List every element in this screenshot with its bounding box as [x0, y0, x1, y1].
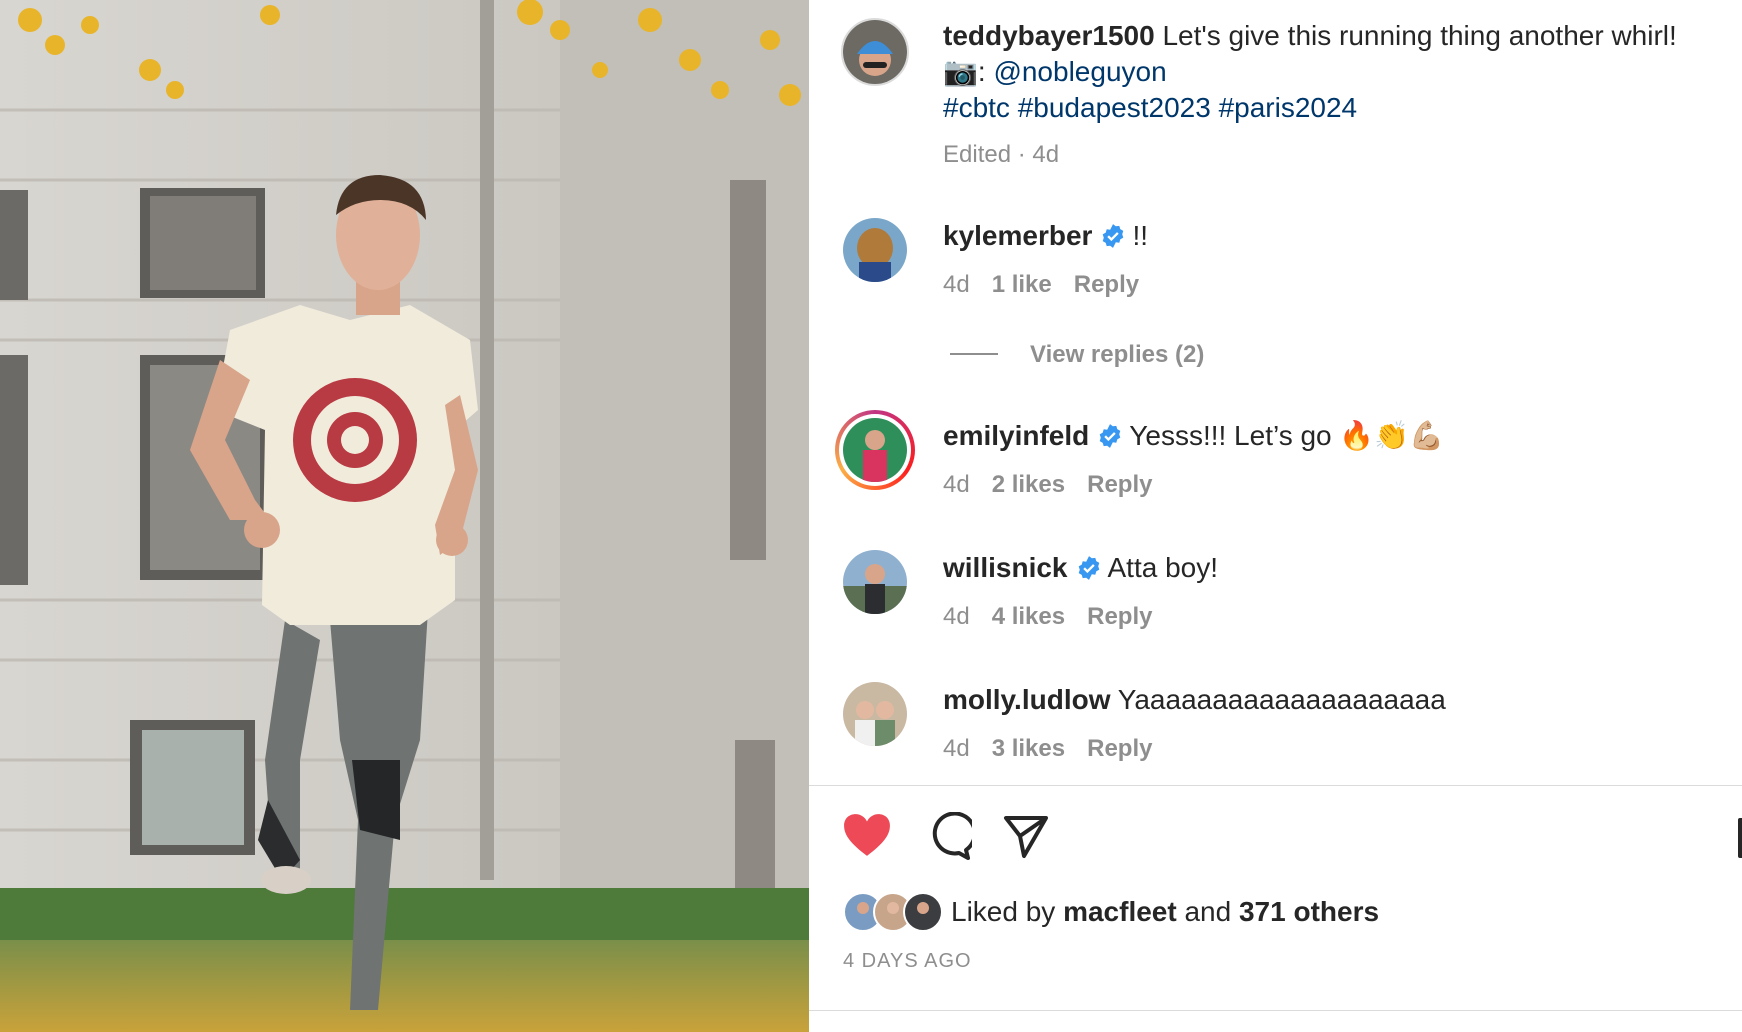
instagram-post: teddybayer1500 Let's give this running t… [0, 0, 1742, 1032]
comments-panel: teddybayer1500 Let's give this running t… [809, 0, 1742, 1032]
avatar-image [843, 218, 907, 282]
author-avatar[interactable] [841, 18, 909, 86]
avatar-image [843, 682, 907, 746]
photo-credit-line: 📷: @nobleguyon [943, 54, 1167, 90]
liker-avatars[interactable] [843, 892, 947, 932]
like-button[interactable] [842, 812, 892, 863]
comment-likes[interactable]: 1 like [992, 271, 1052, 298]
commenter-avatar[interactable] [843, 218, 907, 282]
edited-time: Edited · 4d [943, 141, 1060, 168]
verified-badge-icon [1099, 424, 1121, 448]
comment-meta: 4d 3 likes Reply [943, 734, 1174, 764]
comment-meta: 4d 1 like Reply [943, 270, 1161, 300]
runner-photo [0, 0, 809, 1032]
comment-username[interactable]: molly.ludlow [943, 684, 1110, 715]
heart-filled-icon [844, 814, 890, 856]
caption-text: Let's give this running thing another wh… [1162, 20, 1677, 51]
comment-line: emilyinfeld Yesss!!! Let’s go 🔥👏💪🏼 [943, 418, 1444, 454]
liked-by-others[interactable]: 371 others [1239, 896, 1379, 927]
post-photo[interactable] [0, 0, 809, 1032]
hashtags-line: #cbtc #budapest2023 #paris2024 [943, 90, 1357, 126]
comment-text: Yesss!!! Let’s go 🔥👏💪🏼 [1129, 420, 1444, 451]
comment-likes[interactable]: 3 likes [992, 735, 1065, 762]
comment-username[interactable]: emilyinfeld [943, 420, 1089, 451]
avatar-image [843, 550, 907, 614]
bottom-divider [809, 1010, 1742, 1011]
reply-button[interactable]: Reply [1074, 271, 1139, 298]
comment-text: Yaaaaaaaaaaaaaaaaaaaa [1117, 684, 1446, 715]
caption-line: teddybayer1500 Let's give this running t… [943, 18, 1677, 54]
commenter-avatar-story-ring[interactable] [835, 410, 915, 490]
commenter-avatar[interactable] [843, 682, 907, 746]
comment-age: 4d [943, 271, 970, 298]
comment-line: molly.ludlow Yaaaaaaaaaaaaaaaaaaaa [943, 682, 1446, 718]
bookmark-icon[interactable] [1738, 818, 1742, 858]
actions-divider [809, 785, 1742, 786]
hashtag-link[interactable]: #cbtc [943, 92, 1010, 123]
verified-badge-icon [1078, 556, 1099, 580]
view-replies-button[interactable]: View replies (2) [950, 340, 1204, 370]
comment-age: 4d [943, 603, 970, 630]
share-button[interactable] [1002, 812, 1050, 865]
avatar-image [843, 418, 907, 482]
comment-age: 4d [943, 735, 970, 762]
liked-by-user[interactable]: macfleet [1063, 896, 1177, 927]
author-username[interactable]: teddybayer1500 [943, 20, 1155, 51]
reply-button[interactable]: Reply [1087, 603, 1152, 630]
comment-likes[interactable]: 2 likes [992, 471, 1065, 498]
comment-line: willisnick Atta boy! [943, 550, 1218, 586]
reply-button[interactable]: Reply [1087, 471, 1152, 498]
comment-icon [932, 811, 977, 860]
view-replies-label: View replies (2) [1030, 341, 1205, 368]
commenter-avatar[interactable] [843, 550, 907, 614]
post-timestamp[interactable]: 4 DAYS AGO [843, 950, 972, 973]
comment-username[interactable]: willisnick [943, 552, 1068, 583]
reply-button[interactable]: Reply [1087, 735, 1152, 762]
comment-age: 4d [943, 471, 970, 498]
hashtag-link[interactable]: #budapest2023 [1018, 92, 1211, 123]
camera-icon: 📷: [943, 56, 986, 87]
view-replies-line [950, 353, 998, 355]
photo-credit-mention[interactable]: @nobleguyon [993, 56, 1166, 87]
comment-button[interactable] [924, 811, 977, 865]
avatar-image [843, 20, 907, 84]
comment-meta: 4d 2 likes Reply [943, 470, 1174, 500]
caption-meta: Edited · 4d [943, 140, 1081, 170]
liked-by-prefix: Liked by [951, 896, 1056, 927]
comment-username[interactable]: kylemerber [943, 220, 1092, 251]
liked-by-joiner: and [1184, 896, 1232, 927]
comment-line: kylemerber!! [943, 218, 1148, 254]
comment-likes[interactable]: 4 likes [992, 603, 1065, 630]
likes-text: Liked by macfleet and 371 others [951, 892, 1379, 932]
hashtag-link[interactable]: #paris2024 [1219, 92, 1358, 123]
comment-text: Atta boy! [1107, 552, 1219, 583]
verified-badge-icon [1103, 224, 1124, 248]
comment-text: !! [1132, 220, 1148, 251]
comment-meta: 4d 4 likes Reply [943, 602, 1174, 632]
paper-plane-icon [1004, 816, 1048, 858]
